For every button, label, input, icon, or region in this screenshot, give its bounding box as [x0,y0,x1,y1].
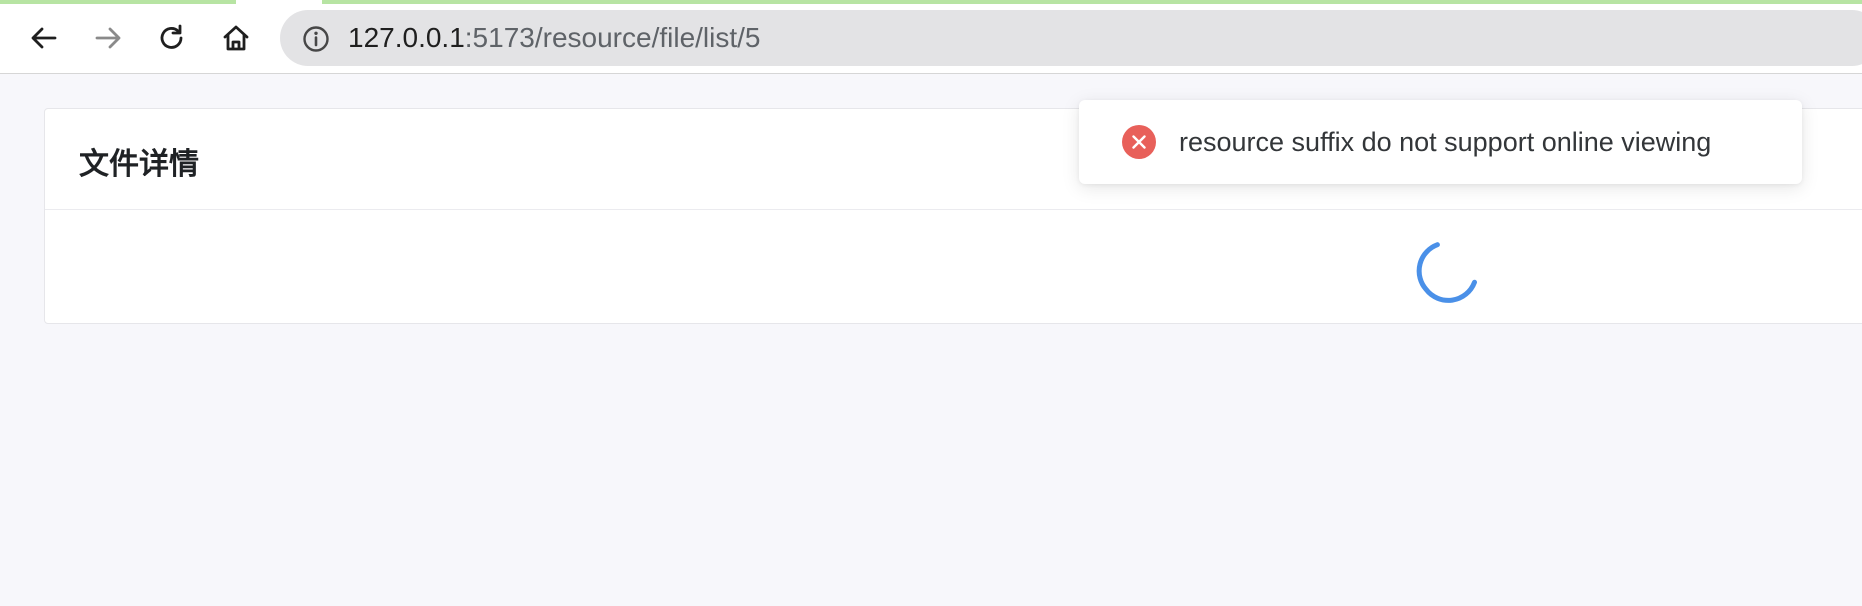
home-icon [223,25,249,51]
page-load-progress [0,0,236,4]
reload-icon [160,24,183,49]
home-button[interactable] [216,18,256,58]
reload-button[interactable] [152,18,192,58]
loading-spinner-icon [1416,242,1478,303]
arrow-right-icon [95,27,121,49]
page-load-progress-tail [322,0,1862,4]
browser-toolbar: 127.0.0.1:5173/resource/file/list/5 [0,0,1862,74]
url-path: :5173/resource/file/list/5 [464,22,761,53]
address-bar[interactable]: 127.0.0.1:5173/resource/file/list/5 [280,10,1862,66]
arrow-left-icon [31,27,57,49]
url-host: 127.0.0.1 [348,22,465,53]
toast-message: resource suffix do not support online vi… [1179,127,1712,157]
error-toast: resource suffix do not support online vi… [1079,100,1802,184]
back-button[interactable] [24,18,64,58]
page-title: 文件详情 [79,148,199,181]
url-text[interactable]: 127.0.0.1:5173/resource/file/list/5 [348,10,761,66]
forward-button[interactable] [88,18,128,58]
info-icon[interactable] [302,25,330,53]
error-circle-icon [1122,125,1156,159]
